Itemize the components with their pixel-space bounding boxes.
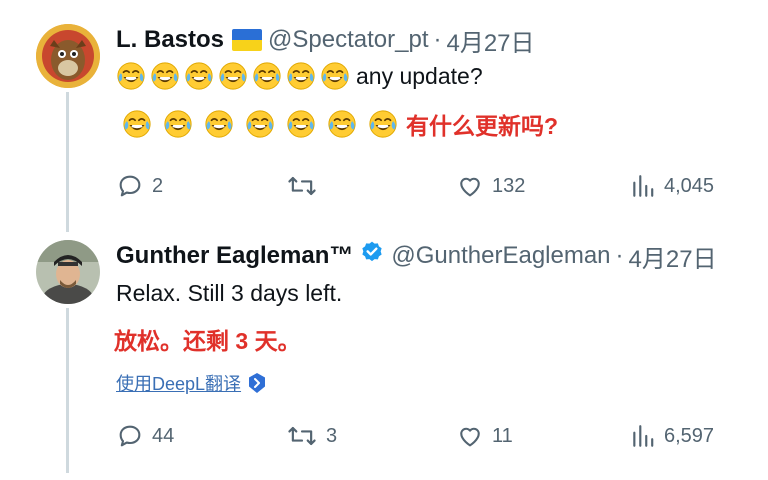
- like-icon: [460, 427, 480, 447]
- reply-icon: [119, 175, 141, 197]
- retweet-icon: [288, 176, 316, 196]
- laugh-cry-emoji: [252, 61, 282, 91]
- retweet-button[interactable]: 3: [286, 422, 337, 450]
- reply-icon: [119, 425, 141, 447]
- author-name[interactable]: Gunther Eagleman™: [116, 242, 353, 270]
- laugh-cry-emoji: [122, 109, 152, 139]
- views-button[interactable]: 4,045: [630, 172, 714, 200]
- tweet-time[interactable]: 4月27日: [446, 23, 534, 58]
- avatar-image: [36, 24, 100, 88]
- laugh-cry-emoji: [150, 61, 180, 91]
- laugh-cry-emoji: [286, 109, 316, 139]
- deepl-translate-link[interactable]: 使用DeepL翻译: [116, 370, 267, 396]
- tweet1-text: any update?: [116, 58, 483, 94]
- views-count: 6,597: [664, 424, 715, 447]
- laugh-cry-emoji: [320, 61, 350, 91]
- retweet-button[interactable]: [286, 172, 326, 200]
- reply-button[interactable]: 2: [116, 172, 163, 200]
- ukraine-flag-icon: [232, 29, 263, 51]
- emoji-group-translation: [122, 109, 398, 139]
- deepl-icon: [249, 373, 266, 393]
- retweet-icon: [288, 426, 316, 446]
- tweet2-text: Relax. Still 3 days left.: [116, 276, 342, 310]
- author-name[interactable]: L. Bastos: [116, 26, 224, 54]
- tweet1-translation: 有什么更新吗?: [122, 106, 558, 142]
- tweet-body: any update?: [356, 62, 483, 89]
- thread-line: [66, 92, 69, 232]
- laugh-cry-emoji: [184, 61, 214, 91]
- avatar-bastos[interactable]: [36, 24, 100, 88]
- verified-icon: [359, 240, 385, 273]
- thread-line: [66, 308, 69, 473]
- like-count: 11: [492, 424, 513, 447]
- avatar-eagleman[interactable]: [36, 240, 100, 304]
- reply-count: 2: [152, 174, 164, 197]
- tweet-body: Relax. Still 3 days left.: [116, 279, 343, 306]
- reply-button[interactable]: 44: [116, 422, 174, 450]
- separator-dot: ·: [615, 242, 624, 269]
- tweet2-header: Gunther Eagleman™ @GuntherEagleman · 4月2…: [116, 239, 717, 274]
- emoji-group: [116, 61, 350, 91]
- author-handle[interactable]: @GuntherEagleman: [391, 242, 610, 270]
- like-button[interactable]: 132: [456, 172, 525, 200]
- retweet-count: 3: [326, 424, 338, 447]
- deepl-link-text: 使用DeepL翻译: [116, 374, 242, 394]
- like-count: 132: [492, 174, 526, 197]
- reply-count: 44: [152, 424, 175, 447]
- laugh-cry-emoji: [218, 61, 248, 91]
- separator-dot: ·: [433, 26, 442, 53]
- views-icon: [633, 425, 654, 447]
- views-button[interactable]: 6,597: [630, 422, 714, 450]
- views-count: 4,045: [664, 174, 715, 197]
- laugh-cry-emoji: [116, 61, 146, 91]
- author-handle[interactable]: @Spectator_pt: [268, 26, 428, 54]
- translation-text: 放松。还剩 3 天。: [114, 328, 301, 354]
- translation-text: 有什么更新吗?: [406, 113, 559, 139]
- laugh-cry-emoji: [163, 109, 193, 139]
- like-icon: [460, 177, 480, 197]
- avatar-image: [36, 240, 100, 304]
- like-button[interactable]: 11: [456, 422, 513, 450]
- tweet2-translation: 放松。还剩 3 天。: [114, 322, 301, 356]
- laugh-cry-emoji: [327, 109, 357, 139]
- views-icon: [633, 175, 654, 197]
- laugh-cry-emoji: [286, 61, 316, 91]
- tweet1-header: L. Bastos @Spectator_pt · 4月27日: [116, 23, 535, 58]
- laugh-cry-emoji: [245, 109, 275, 139]
- laugh-cry-emoji: [204, 109, 234, 139]
- tweet-time[interactable]: 4月27日: [629, 239, 717, 274]
- laugh-cry-emoji: [368, 109, 398, 139]
